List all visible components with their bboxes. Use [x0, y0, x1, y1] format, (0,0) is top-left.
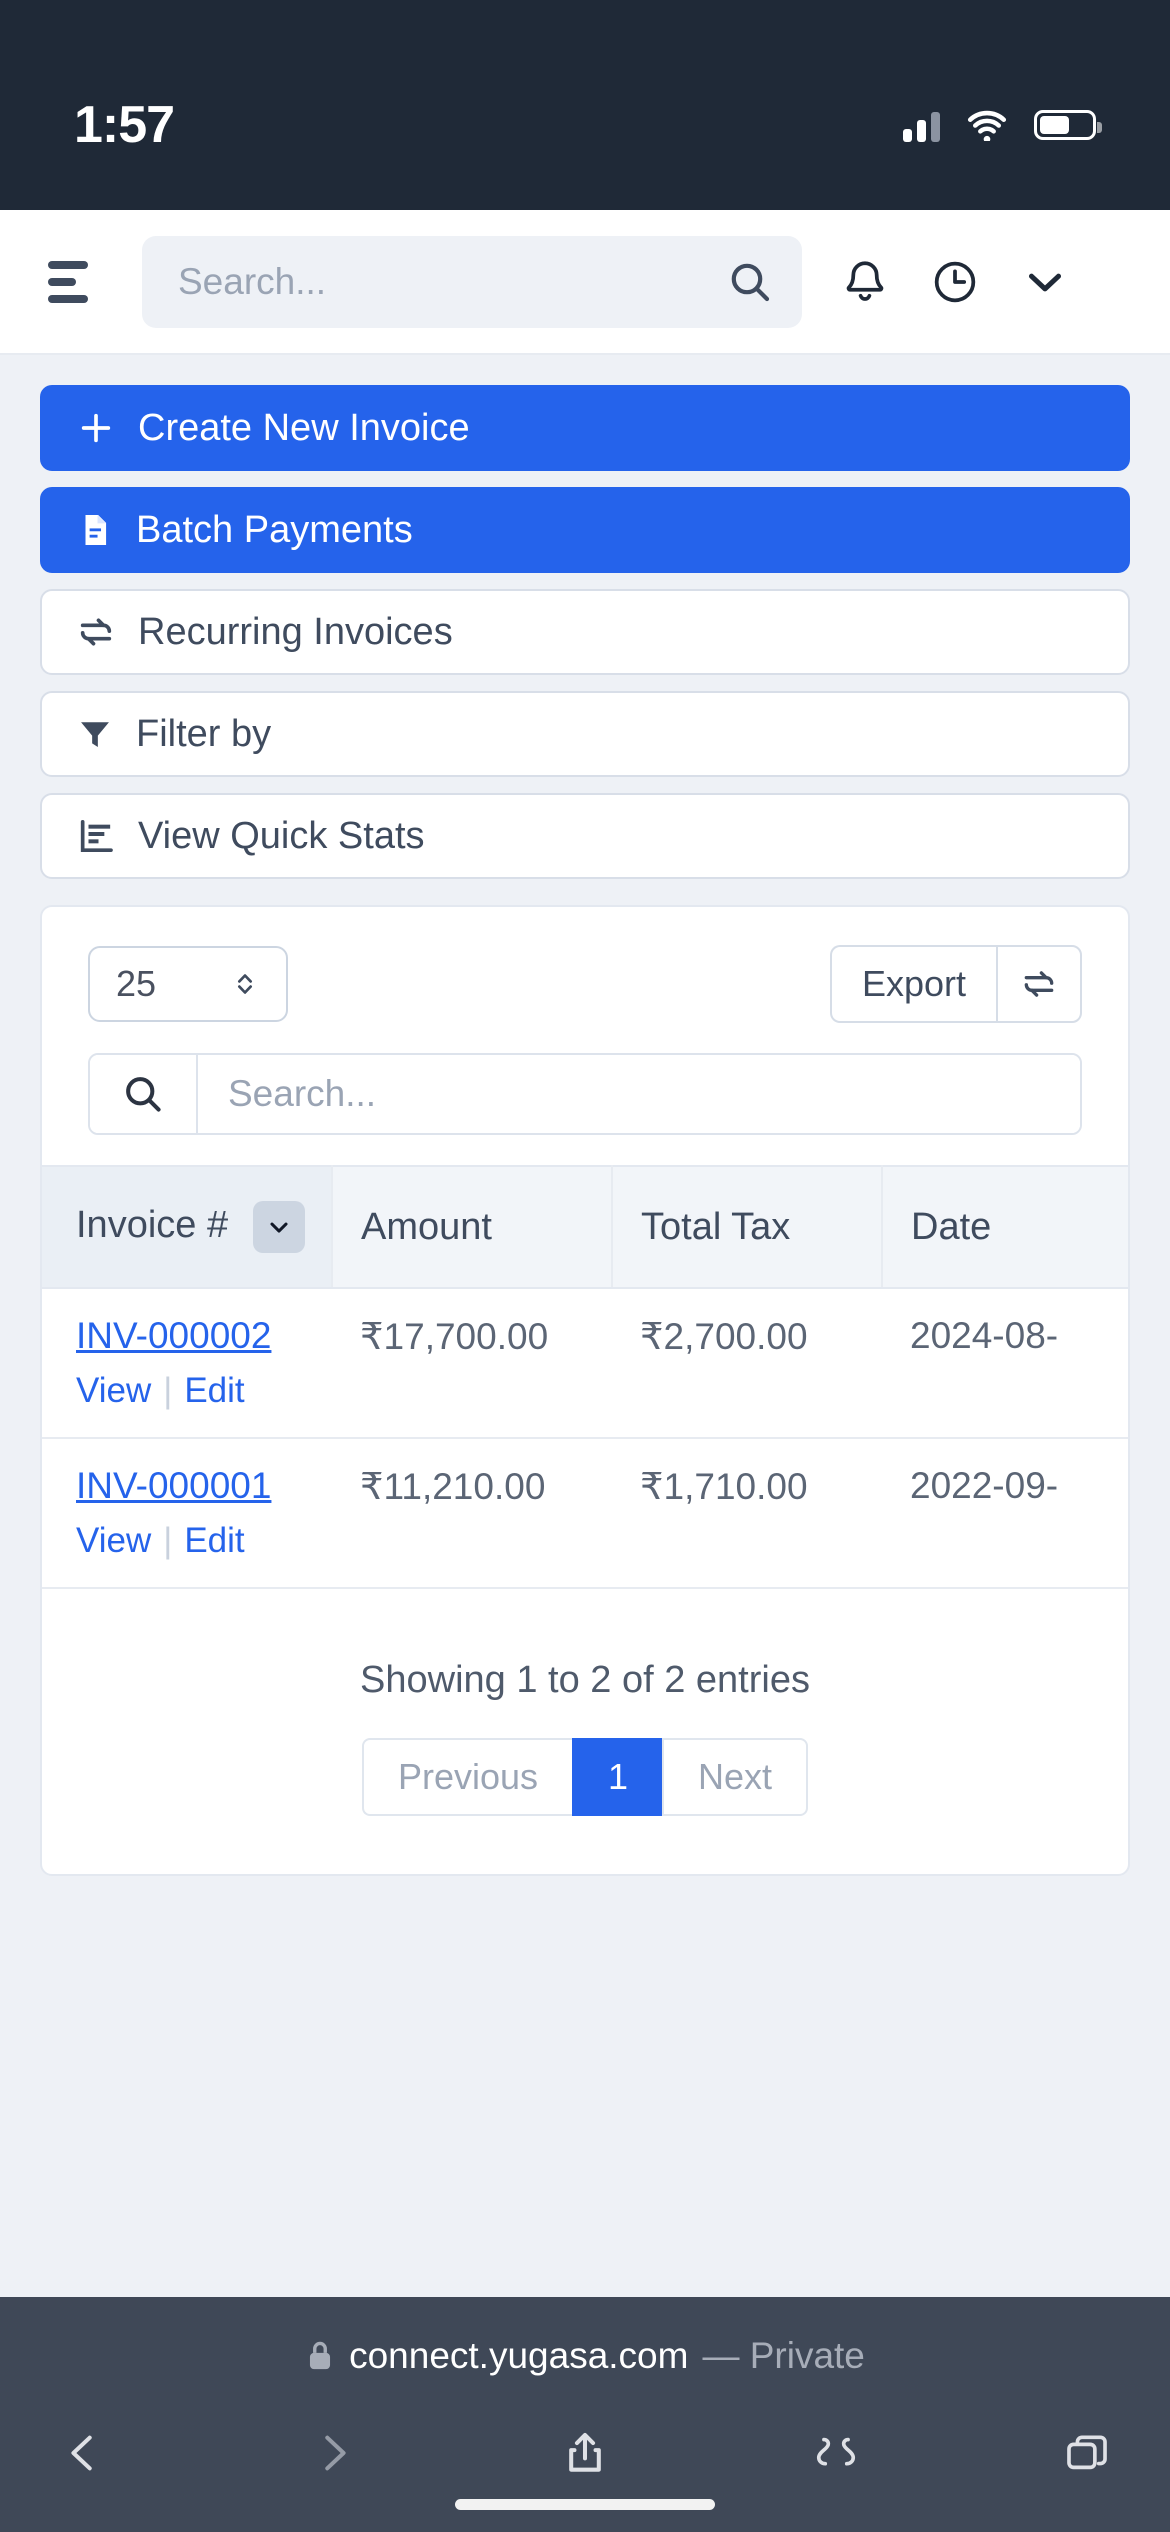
chevron-down-icon[interactable]	[1020, 257, 1070, 307]
table-row[interactable]: INV-000002 View | Edit ₹17,700.00 ₹2,700.0…	[42, 1288, 1128, 1438]
ios-status-bar: 1:57	[0, 0, 1170, 210]
wifi-icon	[966, 109, 1008, 141]
page-content: Create New Invoice Batch Payments Recurr…	[0, 355, 1170, 1876]
page-length-value: 25	[116, 963, 156, 1005]
edit-link[interactable]: Edit	[184, 1371, 244, 1410]
column-header-amount[interactable]: Amount	[332, 1166, 612, 1288]
app-navbar	[0, 210, 1170, 355]
status-bar-clock: 1:57	[74, 95, 174, 155]
tabs-icon[interactable]	[1064, 2430, 1110, 2481]
funnel-icon	[76, 715, 114, 753]
edit-link[interactable]: Edit	[184, 1521, 244, 1560]
batch-payments-label: Batch Payments	[136, 509, 413, 552]
table-row[interactable]: INV-000001 View | Edit ₹11,210.00 ₹1,710.0…	[42, 1438, 1128, 1588]
address-bar[interactable]: connect.yugasa.com — Private	[0, 2297, 1170, 2415]
recurring-invoices-label: Recurring Invoices	[138, 611, 453, 654]
refresh-button[interactable]	[996, 945, 1082, 1023]
document-icon	[76, 511, 114, 549]
cell-date: 2024-08-	[882, 1288, 1128, 1438]
cell-date: 2022-09-	[882, 1438, 1128, 1588]
refresh-icon	[1020, 965, 1058, 1003]
cell-amount: ₹11,210.00	[332, 1438, 612, 1588]
safari-bottom-bar: connect.yugasa.com — Private	[0, 2297, 1170, 2532]
invoices-card: 25 Export	[40, 905, 1130, 1876]
table-toolbar: 25 Export	[42, 907, 1128, 1165]
home-indicator	[455, 2499, 715, 2510]
table-head: Invoice # Amount Total Tax Date	[42, 1166, 1128, 1288]
previous-page-button[interactable]: Previous	[362, 1738, 572, 1816]
search-icon[interactable]	[726, 258, 774, 306]
cell-invoice: INV-000002 View | Edit	[42, 1288, 332, 1438]
cell-total-tax: ₹1,710.00	[612, 1438, 882, 1588]
batch-payments-button[interactable]: Batch Payments	[40, 487, 1130, 573]
forward-chevron-icon[interactable]	[311, 2430, 357, 2481]
share-icon[interactable]	[562, 2430, 608, 2481]
export-button[interactable]: Export	[830, 945, 996, 1023]
filter-by-button[interactable]: Filter by	[40, 691, 1130, 777]
hamburger-menu-icon[interactable]	[48, 261, 94, 303]
page-length-select[interactable]: 25	[88, 946, 288, 1022]
safari-toolbar	[0, 2415, 1170, 2495]
create-new-invoice-label: Create New Invoice	[138, 407, 470, 450]
cell-invoice: INV-000001 View | Edit	[42, 1438, 332, 1588]
filter-by-label: Filter by	[136, 713, 271, 756]
sort-invoice-chevron-down-icon[interactable]	[253, 1201, 305, 1253]
next-page-button[interactable]: Next	[662, 1738, 808, 1816]
repeat-icon	[76, 612, 116, 652]
row-actions: View | Edit	[76, 1521, 304, 1561]
showing-entries-text: Showing 1 to 2 of 2 entries	[42, 1659, 1128, 1702]
invoices-table: Invoice # Amount Total Tax Date	[42, 1165, 1128, 1589]
column-header-total-tax[interactable]: Total Tax	[612, 1166, 882, 1288]
column-header-date[interactable]: Date	[882, 1166, 1128, 1288]
column-header-invoice[interactable]: Invoice #	[42, 1166, 332, 1288]
stepper-chevrons-icon	[228, 967, 262, 1001]
battery-icon	[1034, 110, 1096, 140]
action-separator: |	[163, 1521, 172, 1560]
cell-amount: ₹17,700.00	[332, 1288, 612, 1438]
row-actions: View | Edit	[76, 1371, 304, 1411]
cellular-signal-icon	[903, 108, 940, 142]
search-icon	[90, 1055, 198, 1133]
search-input[interactable]	[178, 261, 716, 303]
page-1-button[interactable]: 1	[572, 1738, 662, 1816]
status-bar-indicators	[903, 108, 1096, 142]
invoice-link[interactable]: INV-000001	[76, 1465, 304, 1507]
view-quick-stats-label: View Quick Stats	[138, 815, 425, 858]
plus-icon	[76, 408, 116, 448]
lock-icon	[305, 2339, 335, 2373]
table-search-input[interactable]	[198, 1055, 1080, 1133]
navbar-icon-group	[840, 257, 1070, 307]
cell-total-tax: ₹2,700.00	[612, 1288, 882, 1438]
table-header-row: Invoice # Amount Total Tax Date	[42, 1166, 1128, 1288]
pagination-controls: Previous 1 Next	[362, 1738, 808, 1816]
bookmarks-icon[interactable]	[813, 2430, 859, 2481]
clock-icon[interactable]	[930, 257, 980, 307]
pagination-area: Showing 1 to 2 of 2 entries Previous 1 N…	[42, 1589, 1128, 1874]
address-bar-privacy-label: — Private	[702, 2335, 864, 2377]
table-search-box[interactable]	[88, 1053, 1082, 1135]
view-link[interactable]: View	[76, 1521, 151, 1560]
table-body: INV-000002 View | Edit ₹17,700.00 ₹2,700.0…	[42, 1288, 1128, 1588]
create-new-invoice-button[interactable]: Create New Invoice	[40, 385, 1130, 471]
global-search-box[interactable]	[142, 236, 802, 328]
view-link[interactable]: View	[76, 1371, 151, 1410]
recurring-invoices-button[interactable]: Recurring Invoices	[40, 589, 1130, 675]
action-separator: |	[163, 1371, 172, 1410]
invoices-table-scroll[interactable]: Invoice # Amount Total Tax Date	[42, 1165, 1128, 1589]
bar-chart-icon	[76, 816, 116, 856]
view-quick-stats-button[interactable]: View Quick Stats	[40, 793, 1130, 879]
phone-screen: 1:57	[0, 0, 1170, 2532]
export-button-group: Export	[830, 945, 1082, 1023]
bell-icon[interactable]	[840, 257, 890, 307]
invoice-link[interactable]: INV-000002	[76, 1315, 304, 1357]
address-bar-host: connect.yugasa.com	[349, 2335, 688, 2377]
back-chevron-icon[interactable]	[60, 2430, 106, 2481]
column-label-invoice: Invoice #	[76, 1204, 228, 1246]
